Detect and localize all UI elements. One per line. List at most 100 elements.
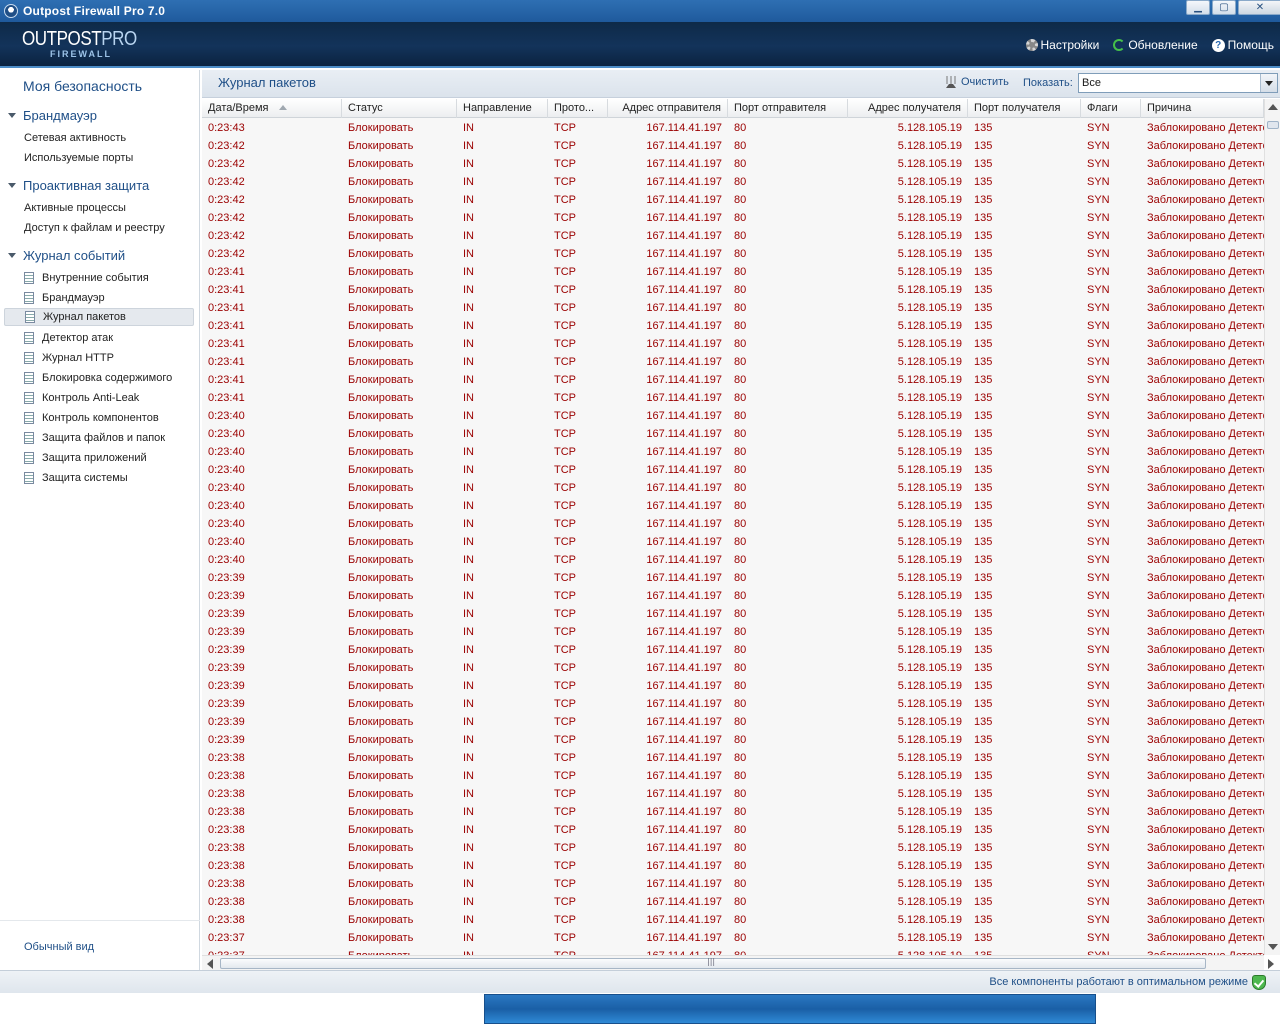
sidebar-section-firewall[interactable]: Брандмауэр xyxy=(0,108,97,123)
table-row[interactable]: 0:23:41 Блокировать IN TCP 167.114.41.197 80 5… xyxy=(202,263,1264,281)
close-button[interactable]: ✕ xyxy=(1238,0,1280,15)
table-row[interactable]: 0:23:38 Блокировать IN TCP 167.114.41.197 80 5… xyxy=(202,911,1264,929)
table-row[interactable]: 0:23:41 Блокировать IN TCP 167.114.41.197 80 5… xyxy=(202,299,1264,317)
maximize-button[interactable]: ▢ xyxy=(1212,0,1236,15)
table-row[interactable]: 0:23:40 Блокировать IN TCP 167.114.41.197 80 5… xyxy=(202,425,1264,443)
sidebar-item-content-blocking[interactable]: Блокировка содержимого xyxy=(4,369,194,387)
sidebar-item-component-control[interactable]: Контроль компонентов xyxy=(4,409,194,427)
column-header-datetime[interactable]: Дата/Время xyxy=(202,99,342,118)
table-row[interactable]: 0:23:41 Блокировать IN TCP 167.114.41.197 80 5… xyxy=(202,317,1264,335)
table-row[interactable]: 0:23:42 Блокировать IN TCP 167.114.41.197 80 5… xyxy=(202,245,1264,263)
table-row[interactable]: 0:23:39 Блокировать IN TCP 167.114.41.197 80 5… xyxy=(202,695,1264,713)
column-header-protocol[interactable]: Прото... xyxy=(548,99,608,118)
table-row[interactable]: 0:23:39 Блокировать IN TCP 167.114.41.197 80 5… xyxy=(202,569,1264,587)
vertical-scrollbar[interactable] xyxy=(1264,99,1280,955)
table-row[interactable]: 0:23:42 Блокировать IN TCP 167.114.41.197 80 5… xyxy=(202,173,1264,191)
table-cell-status: Блокировать xyxy=(348,194,414,206)
vertical-scroll-thumb[interactable] xyxy=(1267,121,1279,129)
show-filter-select[interactable]: Все xyxy=(1078,73,1278,93)
table-row[interactable]: 0:23:38 Блокировать IN TCP 167.114.41.197 80 5… xyxy=(202,893,1264,911)
table-row[interactable]: 0:23:40 Блокировать IN TCP 167.114.41.197 80 5… xyxy=(202,479,1264,497)
table-row[interactable]: 0:23:39 Блокировать IN TCP 167.114.41.197 80 5… xyxy=(202,731,1264,749)
table-row[interactable]: 0:23:37БлокироватьINTCP167.114.41.197805… xyxy=(202,947,1264,955)
table-row[interactable]: 0:23:40 Блокировать IN TCP 167.114.41.197 80 5… xyxy=(202,497,1264,515)
help-link[interactable]: ? Помощь xyxy=(1211,38,1274,52)
sidebar-item-internal-events[interactable]: Внутренние события xyxy=(4,269,194,287)
column-header-src-port[interactable]: Порт отправителя xyxy=(728,99,848,118)
table-cell-reason: Заблокировано Детектором атак xyxy=(1147,932,1264,944)
table-cell-dst-port: 135 xyxy=(974,446,993,458)
clear-button[interactable]: Очистить xyxy=(946,76,1009,88)
settings-link[interactable]: Настройки xyxy=(1025,38,1099,52)
table-row[interactable]: 0:23:39 Блокировать IN TCP 167.114.41.197 80 5… xyxy=(202,659,1264,677)
table-row[interactable]: 0:23:38 Блокировать IN TCP 167.114.41.197 80 5… xyxy=(202,839,1264,857)
table-row[interactable]: 0:23:39 Блокировать IN TCP 167.114.41.197 80 5… xyxy=(202,713,1264,731)
sidebar-item-attack-detector[interactable]: Детектор атак xyxy=(4,329,194,347)
simple-view-link[interactable]: Обычный вид xyxy=(24,941,94,953)
minimize-button[interactable]: ▁ xyxy=(1186,0,1210,15)
table-row[interactable]: 0:23:39 Блокировать IN TCP 167.114.41.197 80 5… xyxy=(202,605,1264,623)
sidebar-item-app-protection[interactable]: Защита приложений xyxy=(4,449,194,467)
sidebar-section-proactive[interactable]: Проактивная защита xyxy=(0,178,149,193)
table-row[interactable]: 0:23:43 Блокировать IN TCP 167.114.41.197 80 5… xyxy=(202,119,1264,137)
sidebar-item-firewall-log[interactable]: Брандмауэр xyxy=(4,289,194,307)
table-row[interactable]: 0:23:40 Блокировать IN TCP 167.114.41.197 80 5… xyxy=(202,515,1264,533)
table-cell-src-port: 80 xyxy=(728,947,848,955)
sidebar-item-active-processes[interactable]: Активные процессы xyxy=(24,202,126,214)
table-row[interactable]: 0:23:38 Блокировать IN TCP 167.114.41.197 80 5… xyxy=(202,767,1264,785)
table-row[interactable]: 0:23:40 Блокировать IN TCP 167.114.41.197 80 5… xyxy=(202,461,1264,479)
sidebar-item-http-log[interactable]: Журнал HTTP xyxy=(4,349,194,367)
horizontal-scroll-thumb[interactable] xyxy=(220,957,1206,969)
table-row[interactable]: 0:23:37БлокироватьINTCP167.114.41.197805… xyxy=(202,929,1264,947)
column-header-status[interactable]: Статус xyxy=(342,99,457,118)
update-link[interactable]: Обновление xyxy=(1113,38,1198,52)
table-row[interactable]: 0:23:38 Блокировать IN TCP 167.114.41.197 80 5… xyxy=(202,785,1264,803)
table-row[interactable]: 0:23:42 Блокировать IN TCP 167.114.41.197 80 5… xyxy=(202,137,1264,155)
table-row[interactable]: 0:23:40 Блокировать IN TCP 167.114.41.197 80 5… xyxy=(202,533,1264,551)
column-header-dst-addr[interactable]: Адрес получателя xyxy=(848,99,968,118)
scroll-down-icon[interactable] xyxy=(1268,944,1278,950)
table-row[interactable]: 0:23:38 Блокировать IN TCP 167.114.41.197 80 5… xyxy=(202,857,1264,875)
sidebar-item-used-ports[interactable]: Используемые порты xyxy=(24,152,133,164)
table-row[interactable]: 0:23:40 Блокировать IN TCP 167.114.41.197 80 5… xyxy=(202,443,1264,461)
sidebar-item-file-registry-access[interactable]: Доступ к файлам и реестру xyxy=(24,222,165,234)
column-header-reason[interactable]: Причина xyxy=(1141,99,1264,118)
sidebar-item-anti-leak[interactable]: Контроль Anti-Leak xyxy=(4,389,194,407)
table-row[interactable]: 0:23:40 Блокировать IN TCP 167.114.41.197 80 5… xyxy=(202,551,1264,569)
chevron-down-icon[interactable] xyxy=(1260,74,1277,92)
table-cell-protocol: TCP xyxy=(554,860,576,872)
column-header-dst-port[interactable]: Порт получателя xyxy=(968,99,1081,118)
column-header-src-addr[interactable]: Адрес отправителя xyxy=(608,99,728,118)
table-row[interactable]: 0:23:38 Блокировать IN TCP 167.114.41.197 80 5… xyxy=(202,749,1264,767)
sidebar-item-file-folder-protection[interactable]: Защита файлов и папок xyxy=(4,429,194,447)
column-header-flags[interactable]: Флаги xyxy=(1081,99,1141,118)
table-row[interactable]: 0:23:41 Блокировать IN TCP 167.114.41.197 80 5… xyxy=(202,389,1264,407)
table-row[interactable]: 0:23:42 Блокировать IN TCP 167.114.41.197 80 5… xyxy=(202,209,1264,227)
table-row[interactable]: 0:23:41 Блокировать IN TCP 167.114.41.197 80 5… xyxy=(202,353,1264,371)
sidebar-my-security[interactable]: Моя безопасность xyxy=(23,78,142,94)
table-row[interactable]: 0:23:42 Блокировать IN TCP 167.114.41.197 80 5… xyxy=(202,155,1264,173)
table-row[interactable]: 0:23:41 Блокировать IN TCP 167.114.41.197 80 5… xyxy=(202,371,1264,389)
sidebar-item-system-protection[interactable]: Защита системы xyxy=(4,469,194,487)
table-row[interactable]: 0:23:39 Блокировать IN TCP 167.114.41.197 80 5… xyxy=(202,623,1264,641)
table-row[interactable]: 0:23:41 Блокировать IN TCP 167.114.41.197 80 5… xyxy=(202,335,1264,353)
scroll-left-icon[interactable] xyxy=(207,959,213,969)
table-row[interactable]: 0:23:39 Блокировать IN TCP 167.114.41.197 80 5… xyxy=(202,641,1264,659)
horizontal-scrollbar[interactable] xyxy=(202,955,1274,971)
table-cell-dst-addr: 5.128.105.19 xyxy=(897,770,962,782)
table-row[interactable]: 0:23:39 Блокировать IN TCP 167.114.41.197 80 5… xyxy=(202,587,1264,605)
sidebar-item-packet-log[interactable]: Журнал пакетов xyxy=(4,308,194,326)
table-row[interactable]: 0:23:42 Блокировать IN TCP 167.114.41.197 80 5… xyxy=(202,191,1264,209)
scroll-right-icon[interactable] xyxy=(1268,959,1274,969)
column-header-direction[interactable]: Направление xyxy=(457,99,548,118)
table-row[interactable]: 0:23:39 Блокировать IN TCP 167.114.41.197 80 5… xyxy=(202,677,1264,695)
table-row[interactable]: 0:23:38 Блокировать IN TCP 167.114.41.197 80 5… xyxy=(202,821,1264,839)
table-row[interactable]: 0:23:38 Блокировать IN TCP 167.114.41.197 80 5… xyxy=(202,803,1264,821)
scroll-up-icon[interactable] xyxy=(1268,104,1278,110)
sidebar-section-event-log[interactable]: Журнал событий xyxy=(0,248,125,263)
table-row[interactable]: 0:23:38 Блокировать IN TCP 167.114.41.197 80 5… xyxy=(202,875,1264,893)
table-row[interactable]: 0:23:40 Блокировать IN TCP 167.114.41.197 80 5… xyxy=(202,407,1264,425)
sidebar-item-network-activity[interactable]: Сетевая активность xyxy=(24,132,126,144)
table-row[interactable]: 0:23:42 Блокировать IN TCP 167.114.41.197 80 5… xyxy=(202,227,1264,245)
table-row[interactable]: 0:23:41 Блокировать IN TCP 167.114.41.197 80 5… xyxy=(202,281,1264,299)
